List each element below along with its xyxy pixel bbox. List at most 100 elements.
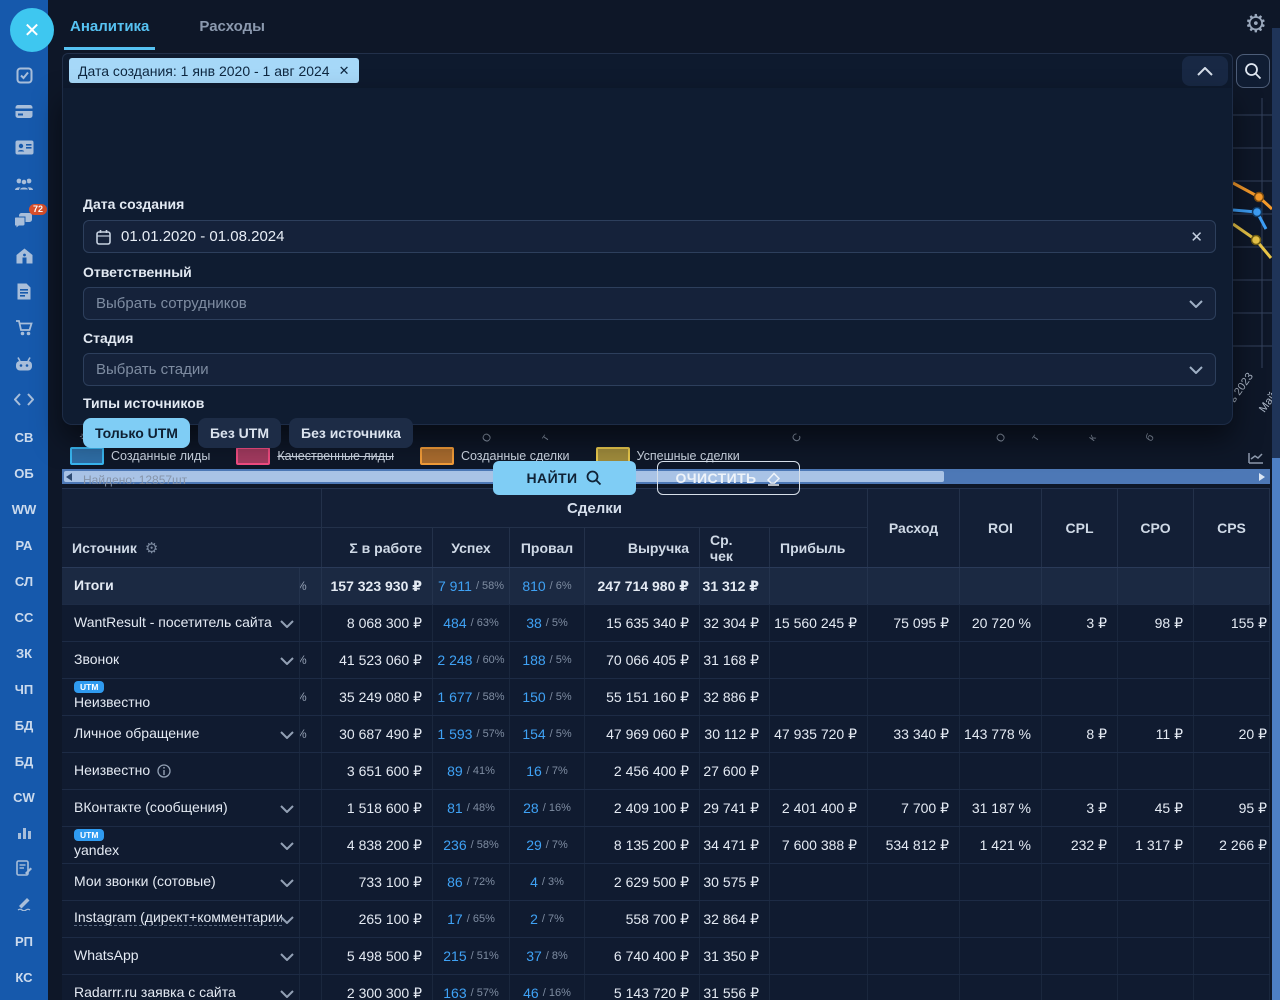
column-cpl[interactable]: CPL <box>1042 489 1118 567</box>
clear-button[interactable]: ОЧИСТИТЬ <box>657 461 800 495</box>
sidebar-item-robot[interactable] <box>0 347 48 383</box>
fail-cell: 150/ 5% <box>510 679 585 715</box>
vertical-scrollbar[interactable] <box>1272 28 1280 1000</box>
chip-close-icon[interactable]: ✕ <box>339 63 350 79</box>
expense-cell <box>868 901 960 937</box>
table-row[interactable]: UTMyandex4 838 200 ₽236/ 58%29/ 7%8 135 … <box>62 827 1270 864</box>
column-roi[interactable]: ROI <box>960 489 1042 567</box>
sidebar-item-docedit[interactable] <box>0 851 48 887</box>
sidebar-item-chart[interactable] <box>0 815 48 851</box>
expand-chevron-icon[interactable] <box>280 874 294 890</box>
success-cell: 215/ 51% <box>433 938 510 974</box>
tab-expenses[interactable]: Расходы <box>193 0 271 50</box>
column-revenue[interactable]: Выручка <box>585 528 700 567</box>
responsible-select[interactable]: Выбрать сотрудников <box>83 287 1216 320</box>
sidebar-item-рп[interactable]: РП <box>0 923 48 959</box>
expand-chevron-icon[interactable] <box>280 800 294 816</box>
source-type-option-2[interactable]: Без источника <box>289 418 413 448</box>
sum-in-work-cell: 2 300 300 ₽ <box>322 975 433 1000</box>
sidebar-item-doc[interactable] <box>0 275 48 311</box>
sidebar-item-cw[interactable]: CW <box>0 779 48 815</box>
sidebar-item-tasks[interactable] <box>0 59 48 95</box>
sidebar-item-home[interactable] <box>0 239 48 275</box>
expense-cell <box>868 753 960 789</box>
expand-chevron-icon[interactable] <box>280 726 294 742</box>
sum-in-work-cell: 41 523 060 ₽ <box>322 642 433 678</box>
column-fail[interactable]: Провал <box>510 528 585 567</box>
column-avg-check[interactable]: Ср. чек <box>700 528 770 567</box>
source-type-option-0[interactable]: Только UTM <box>83 418 190 448</box>
cpl-cell: 8 ₽ <box>1042 716 1118 752</box>
table-row[interactable]: UTMНеизвестно%35 249 080 ₽1 677/ 58%150/… <box>62 679 1270 716</box>
table-row[interactable]: ВКонтакте (сообщения)1 518 600 ₽81/ 48%2… <box>62 790 1270 827</box>
date-range-input[interactable]: 01.01.2020 - 01.08.2024 ✕ <box>83 220 1216 253</box>
expand-chevron-icon[interactable] <box>280 652 294 668</box>
source-name: ВКонтакте (сообщения) <box>74 799 228 815</box>
expand-chevron-icon[interactable] <box>280 615 294 631</box>
table-row[interactable]: WantResult - посетитель сайта8 068 300 ₽… <box>62 605 1270 642</box>
column-profit[interactable]: Прибыль <box>770 528 868 567</box>
legend-item[interactable]: Созданные лиды <box>70 447 210 465</box>
table-row[interactable]: WhatsApp5 498 500 ₽215/ 51%37/ 8%6 740 4… <box>62 938 1270 975</box>
column-expense[interactable]: Расход <box>868 489 960 567</box>
filter-chip-date[interactable]: Дата создания: 1 янв 2020 - 1 авг 2024 ✕ <box>69 58 359 83</box>
sidebar-item-people[interactable] <box>0 167 48 203</box>
sidebar-item-об[interactable]: ОБ <box>0 455 48 491</box>
column-source[interactable]: Источник ⚙ <box>62 528 322 567</box>
sidebar-item-chat[interactable]: 72 <box>0 203 48 239</box>
chevron-down-icon <box>1189 366 1203 374</box>
sidebar-item-зк[interactable]: ЗК <box>0 635 48 671</box>
expand-chevron-icon[interactable] <box>280 985 294 1000</box>
sidebar-item-сл[interactable]: СЛ <box>0 563 48 599</box>
table-row[interactable]: Звонок%41 523 060 ₽2 248/ 60%188/ 5%70 0… <box>62 642 1270 679</box>
expand-chevron-icon[interactable] <box>280 911 294 927</box>
table-row[interactable]: Radarrr.ru заявка с сайта2 300 300 ₽163/… <box>62 975 1270 1000</box>
table-row[interactable]: Мои звонки (сотовые)733 100 ₽86/ 72%4/ 3… <box>62 864 1270 901</box>
info-icon[interactable] <box>157 764 171 778</box>
table-row[interactable]: Instagram (директ+комментарии)265 100 ₽1… <box>62 901 1270 938</box>
sidebar-close-button[interactable]: ✕ <box>10 8 54 52</box>
scroll-left-arrow[interactable] <box>66 473 72 481</box>
legend-item[interactable]: Качественные лиды <box>236 447 394 465</box>
sidebar-item-кс[interactable]: КС <box>0 959 48 995</box>
expand-chevron-icon[interactable] <box>280 837 294 853</box>
table-row[interactable]: Личное обращение%30 687 490 ₽1 593/ 57%1… <box>62 716 1270 753</box>
source-types-label: Типы источников <box>83 395 204 411</box>
vertical-scrollbar-thumb[interactable] <box>1272 458 1280 1000</box>
filter-bar[interactable]: Дата создания: 1 янв 2020 - 1 авг 2024 ✕ <box>62 53 1233 88</box>
stage-select[interactable]: Выбрать стадии <box>83 353 1216 386</box>
sidebar-item-ww[interactable]: WW <box>0 491 48 527</box>
column-cpo[interactable]: CPO <box>1118 489 1194 567</box>
sidebar-item-бд[interactable]: БД <box>0 743 48 779</box>
sidebar-item-чп[interactable]: ЧП <box>0 671 48 707</box>
chart-view-toggle-icon[interactable] <box>1247 451 1265 470</box>
sidebar-item-св[interactable]: СВ <box>0 419 48 455</box>
sidebar-item-wallet[interactable] <box>0 95 48 131</box>
cpl-cell <box>1042 938 1118 974</box>
settings-gear-icon[interactable]: ⚙ <box>1245 10 1267 38</box>
find-button[interactable]: НАЙТИ <box>493 461 636 495</box>
sidebar-item-cart[interactable] <box>0 311 48 347</box>
sidebar-item-code[interactable] <box>0 383 48 419</box>
column-cps[interactable]: CPS <box>1194 489 1270 567</box>
column-success[interactable]: Успех <box>433 528 510 567</box>
table-row[interactable]: Итоги%157 323 930 ₽7 911/ 58%810/ 6%247 … <box>62 568 1270 605</box>
scroll-right-arrow[interactable] <box>1259 473 1265 481</box>
sidebar-item-бд[interactable]: БД <box>0 707 48 743</box>
column-settings-gear-icon[interactable]: ⚙ <box>145 539 158 557</box>
column-sum-in-work[interactable]: Σ в работе <box>322 528 433 567</box>
success-cell: 81/ 48% <box>433 790 510 826</box>
filter-collapse-button[interactable] <box>1182 56 1228 86</box>
sidebar-item-ра[interactable]: РА <box>0 527 48 563</box>
expand-chevron-icon[interactable] <box>280 948 294 964</box>
sidebar-item-idcard[interactable] <box>0 131 48 167</box>
source-type-option-1[interactable]: Без UTM <box>198 418 281 448</box>
cpl-cell: 3 ₽ <box>1042 605 1118 641</box>
tab-analytics[interactable]: Аналитика <box>64 0 155 50</box>
table-row[interactable]: Неизвестно3 651 600 ₽89/ 41%16/ 7%2 456 … <box>62 753 1270 790</box>
sidebar-item-pen[interactable] <box>0 887 48 923</box>
search-button[interactable] <box>1236 54 1270 88</box>
date-clear-icon[interactable]: ✕ <box>1190 228 1203 246</box>
sidebar-item-сс[interactable]: СС <box>0 599 48 635</box>
expense-cell: 75 095 ₽ <box>868 605 960 641</box>
